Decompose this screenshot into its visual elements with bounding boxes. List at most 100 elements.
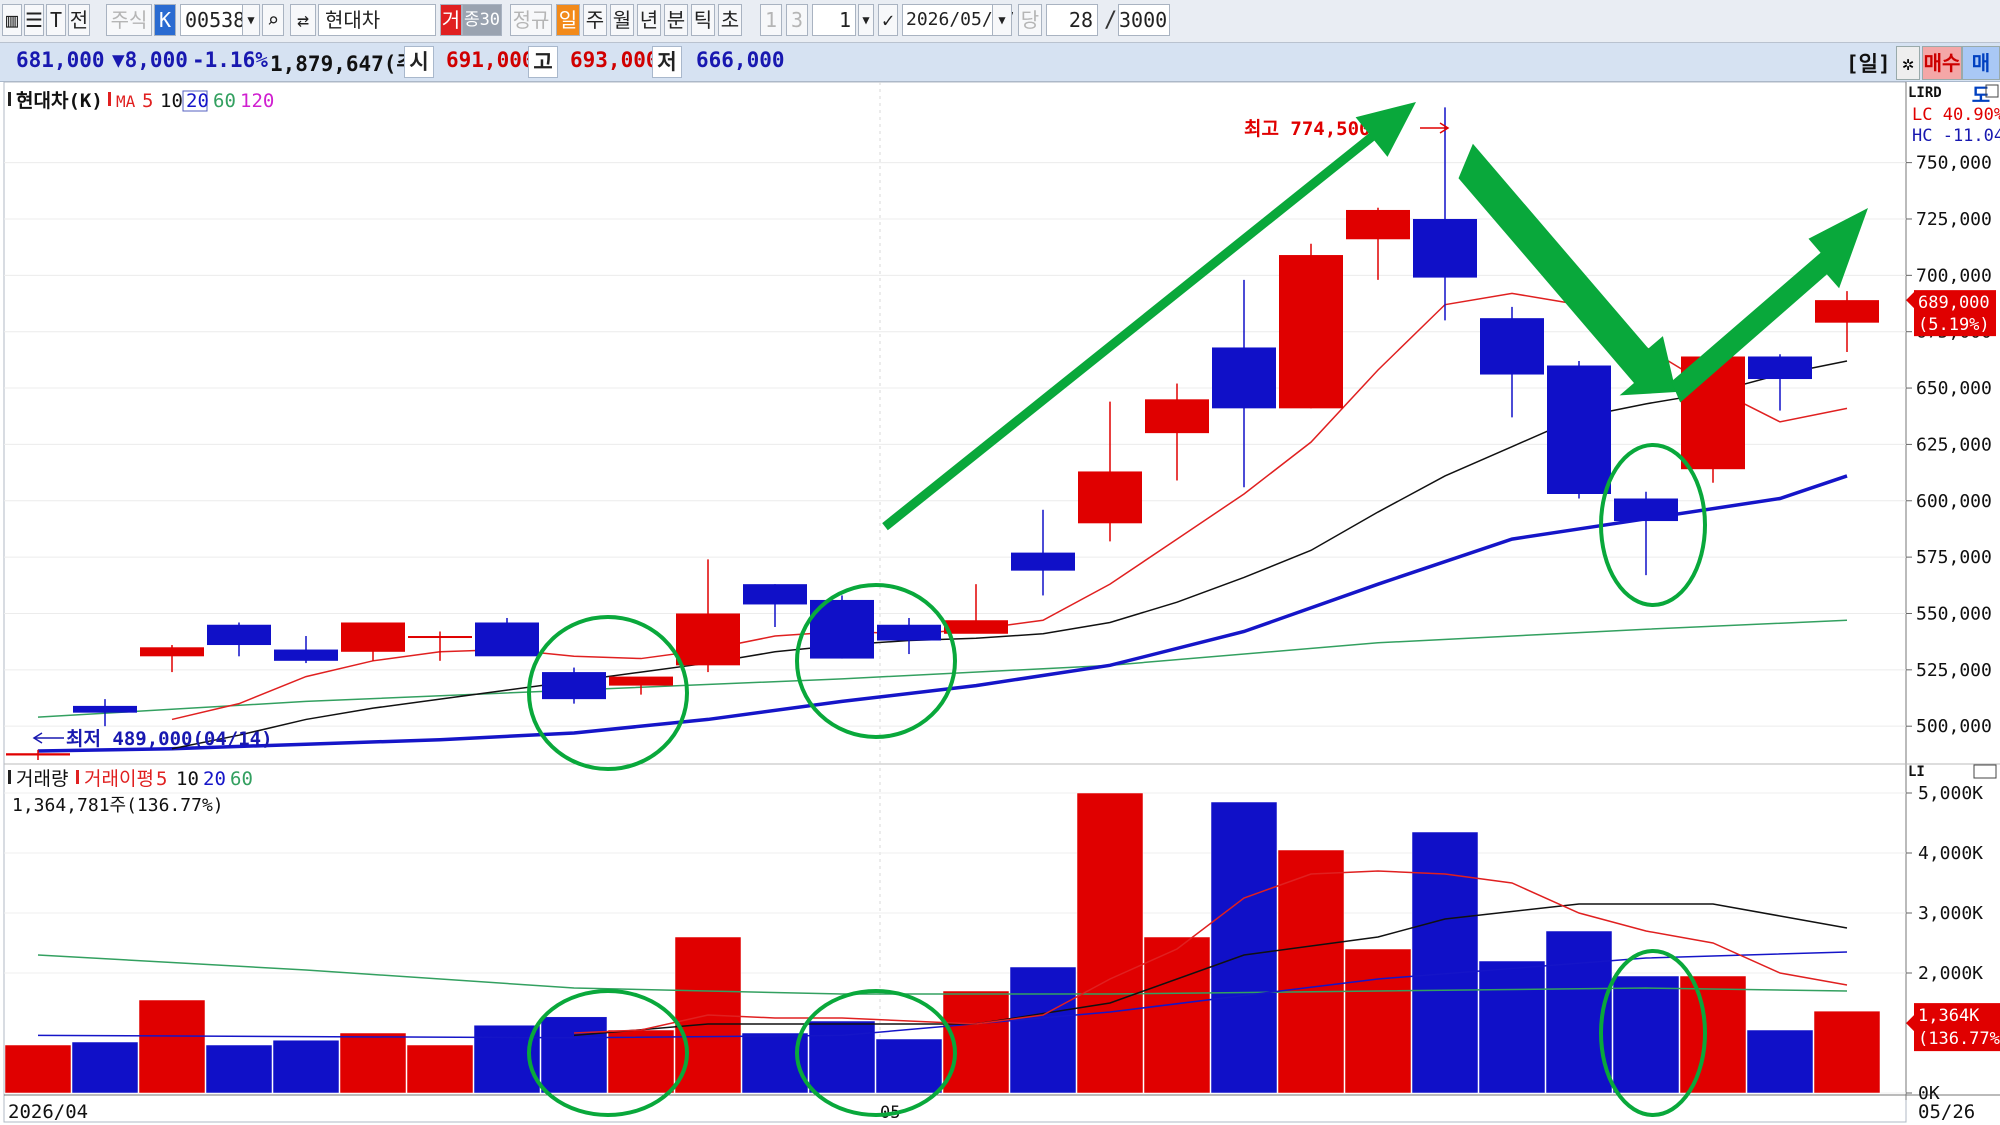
legend-marker [8, 770, 11, 784]
volume-bar [4, 1044, 72, 1094]
min-price-label: 최저 489,000(04/14) [66, 728, 273, 750]
vol-ma60-legend: 60 [230, 768, 253, 790]
lrd-label: LIRD [1908, 85, 1942, 101]
max-price-label: 최고 774,500 [1244, 118, 1370, 140]
ma-label: MA [116, 92, 136, 111]
volume-bar [1612, 975, 1680, 1094]
volume-bar [1076, 792, 1144, 1094]
candle-body [207, 624, 271, 646]
ma5-legend: 5 [142, 90, 153, 112]
stock-chart: 750,000725,000700,000675,000650,000625,0… [3, 81, 2000, 1123]
price-tick-label: 500,000 [1916, 716, 1992, 737]
candle-body [1346, 209, 1410, 240]
volume-bar [540, 1016, 608, 1094]
candle-body [6, 753, 70, 756]
volume-bar [1746, 1029, 1814, 1094]
price-tick-label: 700,000 [1916, 265, 1992, 286]
ma20-legend: 20 [186, 90, 209, 112]
ma-legend-marker [108, 92, 111, 106]
volume-bar [1277, 849, 1345, 1094]
candle-body [1547, 365, 1611, 494]
current-price-tag: 689,000(5.19%) [1906, 290, 1996, 337]
volume-bar [1143, 936, 1211, 1094]
volume-bar [339, 1032, 407, 1094]
candle-body [676, 613, 740, 666]
price-grid [4, 162, 1906, 727]
price-tick-label: 725,000 [1916, 209, 1992, 230]
volume-bar [1478, 960, 1546, 1094]
candle-body [609, 676, 673, 686]
price-tick-label: 550,000 [1916, 603, 1992, 624]
price-y-ticks: 750,000725,000700,000675,000650,000625,0… [1906, 153, 1992, 737]
candle-body [408, 636, 472, 639]
price-tag-percent: (5.19%) [1918, 315, 1990, 335]
vol-ma5-legend: 5 [156, 768, 167, 790]
vol-ma10-legend: 10 [176, 768, 199, 790]
volume-tick-label: 2,000K [1918, 963, 1983, 984]
vol-ma20-legend: 20 [203, 768, 226, 790]
candle-body [1078, 471, 1142, 524]
candle-body [341, 622, 405, 652]
volume-avg-label: 거래이평 [84, 768, 154, 790]
volume-bar [1813, 1010, 1881, 1094]
candle-body [1480, 318, 1544, 375]
price-tag-pointer [1906, 292, 1914, 309]
candle-body [1748, 356, 1812, 380]
price-ma-lines [37, 292, 1848, 753]
panel-toggle-icon[interactable] [1985, 84, 1999, 98]
candle-body [73, 705, 137, 713]
volume-legend: 거래량 거래이평 5 10 20 60 1,364,781주(136.77%) [8, 768, 253, 816]
volume-tick-label: 5,000K [1918, 783, 1983, 804]
volume-bar [1210, 801, 1278, 1094]
candle-body [1212, 347, 1276, 409]
candle-body [1011, 552, 1075, 571]
candle-body [877, 624, 941, 641]
candle-body [1614, 498, 1678, 522]
volume-bar [1009, 966, 1077, 1094]
price-tick-label: 625,000 [1916, 434, 1992, 455]
volume-bar [875, 1038, 943, 1094]
volume-tick-label: 3,000K [1918, 903, 1983, 924]
volume-tag-value: 1,364K [1918, 1006, 1980, 1026]
hc-label: HC -11.04% [1912, 126, 2000, 146]
candle-body [140, 647, 204, 657]
volume-tag-pointer [1906, 1015, 1914, 1032]
candle-body [542, 672, 606, 700]
volume-tag-percent: (136.77%) [1918, 1029, 2000, 1049]
ma120-legend: 120 [240, 90, 274, 112]
price-tick-label: 600,000 [1916, 491, 1992, 512]
price-tick-label: 525,000 [1916, 660, 1992, 681]
volume-bar [406, 1044, 474, 1094]
candle-body [475, 622, 539, 657]
volume-bar [205, 1044, 273, 1094]
x-label-start: 2026/04 [8, 1101, 88, 1123]
volume-bar [138, 999, 206, 1094]
price-tag-value: 689,000 [1918, 293, 1990, 313]
lc-label: LC 40.90% [1912, 105, 2000, 125]
volume-bar [272, 1039, 340, 1094]
li-label: LI [1908, 764, 1925, 780]
candle-body [944, 620, 1008, 634]
candle-body [1815, 300, 1879, 323]
volume-text: 1,364,781주(136.77%) [12, 795, 224, 816]
candles [6, 107, 1879, 760]
volume-bar [808, 1020, 876, 1094]
price-legend: 현대차(K) MA 5 10 20 60 120 [8, 90, 274, 112]
legend-marker [76, 770, 79, 784]
volume-bar [71, 1041, 139, 1094]
volume-panel-toggle-icon[interactable] [1973, 764, 1997, 779]
volume-bars [4, 792, 1881, 1094]
volume-bar [1411, 831, 1479, 1094]
volume-title: 거래량 [16, 768, 68, 790]
legend-marker [8, 92, 11, 106]
ma10-legend: 10 [160, 90, 183, 112]
candle-body [743, 584, 807, 605]
ma5-line [171, 292, 1848, 721]
volume-y-ticks: 5,000K4,000K3,000K2,000K0K [1906, 783, 1983, 1104]
price-tick-label: 650,000 [1916, 378, 1992, 399]
highlight-circle-2 [795, 583, 957, 739]
candle-body [1413, 218, 1477, 278]
current-volume-tag: 1,364K (136.77%) [1906, 1003, 2000, 1052]
candle-body [1279, 255, 1343, 409]
volume-tick-label: 4,000K [1918, 843, 1983, 864]
